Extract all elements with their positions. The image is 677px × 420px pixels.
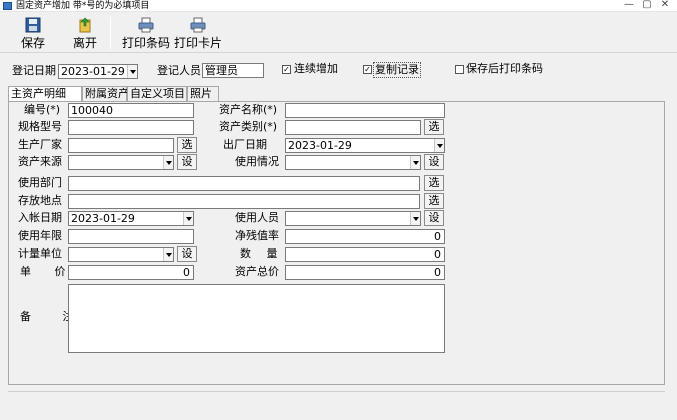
category-select-button[interactable]: 选 bbox=[424, 119, 444, 135]
print-card-label: 打印卡片 bbox=[174, 36, 223, 50]
spec-field[interactable] bbox=[68, 120, 194, 135]
entry-date-picker[interactable]: 2023-01-29 bbox=[68, 211, 194, 226]
manufacturer-select-button[interactable]: 选 bbox=[177, 137, 197, 153]
copy-record-label[interactable]: 复制记录 bbox=[373, 62, 421, 78]
printer-icon bbox=[190, 17, 206, 33]
tab-attached-assets[interactable]: 附属资产 bbox=[82, 86, 129, 101]
title-bar: 固定资产增加 带*号的为必填项目 — ▢ ✕ bbox=[0, 0, 677, 12]
residual-field[interactable]: 0 bbox=[285, 229, 445, 244]
location-label: 存放地点 bbox=[18, 194, 62, 207]
qty-label: 数 量 bbox=[240, 247, 284, 260]
asset-no-field[interactable]: 100040 bbox=[68, 103, 194, 118]
location-select-button[interactable]: 选 bbox=[424, 193, 444, 209]
spec-label: 规格型号 bbox=[18, 120, 62, 133]
chevron-down-icon[interactable] bbox=[410, 212, 420, 225]
asset-name-label: 资产名称(*) bbox=[219, 103, 278, 116]
toolbar: 保存 离开 打印条码 打印卡片 bbox=[0, 13, 677, 53]
dept-field[interactable] bbox=[68, 176, 420, 191]
tab-main-detail[interactable]: 主资产明细 bbox=[8, 86, 82, 102]
print-barcode-button[interactable]: 打印条码 bbox=[122, 15, 170, 51]
window-title: 固定资产增加 带*号的为必填项目 bbox=[16, 1, 150, 11]
reg-date-label: 登记日期 bbox=[12, 64, 56, 77]
total-label: 资产总价 bbox=[235, 265, 279, 278]
dept-label: 使用部门 bbox=[18, 176, 62, 189]
qty-value: 0 bbox=[434, 248, 441, 261]
source-set-button[interactable]: 设 bbox=[177, 154, 197, 170]
total-field[interactable]: 0 bbox=[285, 265, 445, 280]
leave-button[interactable]: 离开 bbox=[70, 15, 100, 51]
printer-icon bbox=[138, 17, 154, 33]
registrar-field[interactable]: 管理员 bbox=[202, 63, 264, 78]
chevron-down-icon[interactable] bbox=[163, 156, 173, 169]
print-card-button[interactable]: 打印卡片 bbox=[174, 15, 222, 51]
source-combo[interactable] bbox=[68, 155, 174, 170]
user-combo[interactable] bbox=[285, 211, 421, 226]
user-label: 使用人员 bbox=[235, 211, 279, 224]
unit-combo[interactable] bbox=[68, 247, 174, 262]
asset-no-value: 100040 bbox=[71, 104, 113, 117]
manufacturer-label: 生产厂家 bbox=[18, 138, 62, 151]
tab-photos[interactable]: 照片 bbox=[187, 86, 219, 101]
print-after-save-label[interactable]: 保存后打印条码 bbox=[466, 62, 543, 76]
copy-record-checkbox[interactable]: ✓ bbox=[363, 65, 372, 74]
total-value: 0 bbox=[434, 266, 441, 279]
factory-date-picker[interactable]: 2023-01-29 bbox=[285, 138, 445, 153]
residual-value: 0 bbox=[434, 230, 441, 243]
reg-date-value: 2023-01-29 bbox=[61, 65, 125, 78]
leave-label: 离开 bbox=[72, 36, 97, 50]
reg-date-picker[interactable]: 2023-01-29 bbox=[58, 64, 138, 79]
save-label: 保存 bbox=[20, 36, 45, 50]
user-set-button[interactable]: 设 bbox=[424, 210, 444, 226]
factory-date-label: 出厂日期 bbox=[223, 138, 267, 151]
continuous-add-checkbox[interactable]: ✓ bbox=[282, 65, 291, 74]
location-field[interactable] bbox=[68, 194, 420, 209]
usage-label: 使用情况 bbox=[235, 155, 279, 168]
unit-label: 计量单位 bbox=[18, 247, 62, 260]
exit-door-icon bbox=[79, 17, 91, 33]
floppy-disk-icon bbox=[25, 17, 41, 33]
chevron-down-icon[interactable] bbox=[410, 156, 420, 169]
usage-combo[interactable] bbox=[285, 155, 421, 170]
source-label: 资产来源 bbox=[18, 155, 62, 168]
entry-date-label: 入帐日期 bbox=[18, 211, 62, 224]
qty-field[interactable]: 0 bbox=[285, 247, 445, 262]
life-field[interactable] bbox=[68, 229, 194, 244]
entry-date-value: 2023-01-29 bbox=[71, 212, 135, 225]
chevron-down-icon[interactable] bbox=[127, 65, 137, 78]
unit-set-button[interactable]: 设 bbox=[177, 246, 197, 262]
dept-select-button[interactable]: 选 bbox=[424, 175, 444, 191]
category-field[interactable] bbox=[285, 120, 421, 135]
asset-name-field[interactable] bbox=[285, 103, 445, 118]
factory-date-value: 2023-01-29 bbox=[288, 139, 352, 152]
registrar-value: 管理员 bbox=[205, 64, 238, 77]
manufacturer-field[interactable] bbox=[68, 138, 174, 153]
bottom-divider bbox=[8, 391, 665, 392]
life-label: 使用年限 bbox=[18, 229, 62, 242]
price-field[interactable]: 0 bbox=[68, 265, 194, 280]
usage-set-button[interactable]: 设 bbox=[424, 154, 444, 170]
category-label: 资产类别(*) bbox=[219, 120, 278, 133]
residual-label: 净残值率 bbox=[235, 229, 279, 242]
price-value: 0 bbox=[183, 266, 190, 279]
minimize-icon[interactable]: — bbox=[620, 0, 638, 11]
save-button[interactable]: 保存 bbox=[18, 15, 48, 51]
print-after-save-checkbox[interactable] bbox=[455, 65, 464, 74]
chevron-down-icon[interactable] bbox=[434, 139, 444, 152]
registrar-label: 登记人员 bbox=[157, 64, 201, 77]
close-icon[interactable]: ✕ bbox=[656, 0, 674, 11]
chevron-down-icon[interactable] bbox=[183, 212, 193, 225]
remark-textarea[interactable] bbox=[68, 284, 445, 353]
maximize-icon[interactable]: ▢ bbox=[638, 0, 656, 11]
continuous-add-label[interactable]: 连续增加 bbox=[294, 62, 338, 76]
print-barcode-label: 打印条码 bbox=[122, 36, 171, 50]
toolbar-separator bbox=[110, 17, 111, 49]
chevron-down-icon[interactable] bbox=[163, 248, 173, 261]
asset-no-label: 编号(*) bbox=[24, 103, 61, 116]
tab-custom-items[interactable]: 自定义项目 bbox=[127, 86, 187, 101]
app-icon bbox=[3, 2, 12, 10]
